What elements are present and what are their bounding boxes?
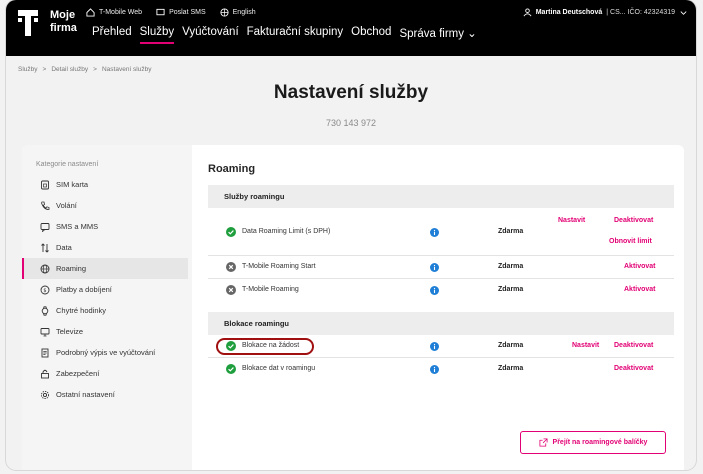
phone-number: 730 143 972 bbox=[325, 118, 377, 128]
sim-icon bbox=[41, 180, 49, 189]
breadcrumb-current: Nastavení služby bbox=[101, 66, 152, 73]
info-icon[interactable] bbox=[430, 263, 439, 272]
service-name: T-Mobile Roaming bbox=[242, 286, 299, 293]
breadcrumb-sluzby[interactable]: Služby bbox=[18, 66, 38, 73]
service-name: Blokace na žádost bbox=[242, 342, 300, 349]
service-price: Zdarma bbox=[498, 286, 524, 293]
roaming-packages-button[interactable]: Přejít na roamingové balíčky bbox=[520, 431, 666, 454]
table-row: T-Mobile Roaming Zdarma Aktivovat bbox=[208, 279, 674, 302]
roaming-panel: Roaming Služby roamingu Data Roaming Lim… bbox=[208, 163, 674, 454]
info-icon[interactable] bbox=[430, 228, 439, 237]
home-icon bbox=[86, 8, 95, 17]
phone-icon bbox=[41, 201, 50, 210]
settings-sidebar: Kategorie nastavení SIM karta Volání SMS… bbox=[22, 145, 192, 470]
service-name: T-Mobile Roaming Start bbox=[242, 263, 316, 270]
nav-sprava-firmy[interactable]: Správa firmy ⌄ bbox=[399, 26, 476, 44]
user-company: | CS... IČO: 42324319 bbox=[606, 9, 675, 16]
deaktivovat-button[interactable]: Deaktivovat bbox=[614, 217, 653, 224]
globe-icon bbox=[220, 8, 229, 17]
user-icon bbox=[523, 8, 532, 17]
table-row: Blokace dat v roamingu Zdarma Deaktivova… bbox=[208, 358, 674, 381]
service-name: Blokace dat v roamingu bbox=[242, 365, 316, 372]
obnovit-limit-button[interactable]: Obnovit limit bbox=[609, 238, 652, 245]
lock-icon bbox=[41, 369, 49, 378]
user-name: Martina Deutschová bbox=[535, 9, 603, 16]
telekom-logo[interactable] bbox=[18, 10, 38, 36]
page-title: Nastavení služby bbox=[273, 82, 429, 103]
info-icon[interactable] bbox=[430, 286, 439, 295]
table-row: Blokace na žádost Zdarma Nastavit Deakti… bbox=[208, 335, 674, 358]
sidebar-category-label: Kategorie nastavení bbox=[36, 161, 99, 168]
sidebar-item-data[interactable]: Data bbox=[22, 237, 192, 258]
x-circle-icon bbox=[226, 285, 236, 295]
coin-icon: $ bbox=[40, 285, 50, 294]
service-price: Zdarma bbox=[498, 365, 524, 372]
topnav-sms[interactable]: Poslat SMS bbox=[156, 8, 206, 17]
breadcrumb: Služby > Detail služby > Nastavení služb… bbox=[18, 66, 152, 73]
settings-card: Kategorie nastavení SIM karta Volání SMS… bbox=[22, 145, 684, 470]
app-window: Moje firma T-Mobile Web Poslat SMS Engli… bbox=[6, 0, 696, 470]
sidebar-item-vypis[interactable]: Podrobný výpis ve vyúčtování bbox=[22, 342, 192, 363]
watch-icon bbox=[41, 305, 49, 316]
sidebar-item-roaming[interactable]: Roaming bbox=[22, 258, 188, 279]
roaming-block-header: Blokace roamingu bbox=[208, 312, 674, 335]
gear-icon bbox=[40, 390, 50, 399]
nav-vyuctovani[interactable]: Vyúčtování bbox=[182, 26, 238, 44]
nastavit-button[interactable]: Nastavit bbox=[558, 217, 585, 224]
data-arrows-icon bbox=[41, 242, 49, 253]
info-icon[interactable] bbox=[430, 342, 439, 351]
topnav-web[interactable]: T-Mobile Web bbox=[86, 8, 142, 17]
service-price: Zdarma bbox=[498, 228, 524, 235]
sidebar-item-zabezpeceni[interactable]: Zabezpečení bbox=[22, 363, 192, 384]
nav-prehled[interactable]: Přehled bbox=[92, 26, 132, 44]
service-price: Zdarma bbox=[498, 342, 524, 349]
nav-obchod[interactable]: Obchod bbox=[351, 26, 391, 44]
nav-sluzby[interactable]: Služby bbox=[139, 26, 175, 44]
x-circle-icon bbox=[226, 262, 236, 272]
message-icon bbox=[156, 8, 165, 16]
nastavit-button[interactable]: Nastavit bbox=[572, 342, 599, 349]
sidebar-item-volani[interactable]: Volání bbox=[22, 195, 192, 216]
sidebar-item-sms[interactable]: SMS a MMS bbox=[22, 216, 192, 237]
table-row: Data Roaming Limit (s DPH) Zdarma Nastav… bbox=[208, 208, 674, 256]
nav-fakturacni-skupiny[interactable]: Fakturační skupiny bbox=[247, 26, 344, 44]
deaktivovat-button[interactable]: Deaktivovat bbox=[614, 342, 653, 349]
svg-text:$: $ bbox=[43, 288, 46, 294]
roaming-services-header: Služby roamingu bbox=[208, 185, 674, 208]
section-heading: Roaming bbox=[208, 163, 256, 175]
table-row: T-Mobile Roaming Start Zdarma Aktivovat bbox=[208, 256, 674, 279]
aktivovat-button[interactable]: Aktivovat bbox=[624, 286, 656, 293]
service-price: Zdarma bbox=[498, 263, 524, 270]
sidebar-item-ostatni[interactable]: Ostatní nastavení bbox=[22, 384, 192, 405]
sidebar-item-hodinky[interactable]: Chytré hodinky bbox=[22, 300, 192, 321]
sidebar-item-sim[interactable]: SIM karta bbox=[22, 174, 192, 195]
message-icon bbox=[40, 222, 50, 232]
document-icon bbox=[41, 348, 49, 357]
top-header: Moje firma T-Mobile Web Poslat SMS Engli… bbox=[6, 0, 696, 56]
external-link-icon bbox=[539, 438, 548, 447]
sidebar-item-platby[interactable]: $ Platby a dobíjení bbox=[22, 279, 192, 300]
breadcrumb-detail[interactable]: Detail služby bbox=[51, 66, 88, 73]
top-links: T-Mobile Web Poslat SMS English bbox=[86, 8, 256, 17]
main-navigation: Přehled Služby Vyúčtování Fakturační sku… bbox=[92, 26, 477, 44]
topnav-language[interactable]: English bbox=[220, 8, 256, 17]
tv-icon bbox=[40, 327, 50, 336]
info-icon[interactable] bbox=[430, 365, 439, 374]
check-icon bbox=[226, 341, 236, 351]
user-menu[interactable]: Martina Deutschová | CS... IČO: 42324319 bbox=[523, 8, 688, 17]
check-icon bbox=[226, 227, 236, 237]
service-name: Data Roaming Limit (s DPH) bbox=[242, 228, 331, 235]
check-icon bbox=[226, 364, 236, 374]
aktivovat-button[interactable]: Aktivovat bbox=[624, 263, 656, 270]
brand-name[interactable]: Moje firma bbox=[50, 9, 77, 35]
deaktivovat-button[interactable]: Deaktivovat bbox=[614, 365, 653, 372]
globe-icon bbox=[40, 264, 50, 273]
chevron-down-icon bbox=[680, 11, 687, 15]
sidebar-item-televize[interactable]: Televize bbox=[22, 321, 192, 342]
